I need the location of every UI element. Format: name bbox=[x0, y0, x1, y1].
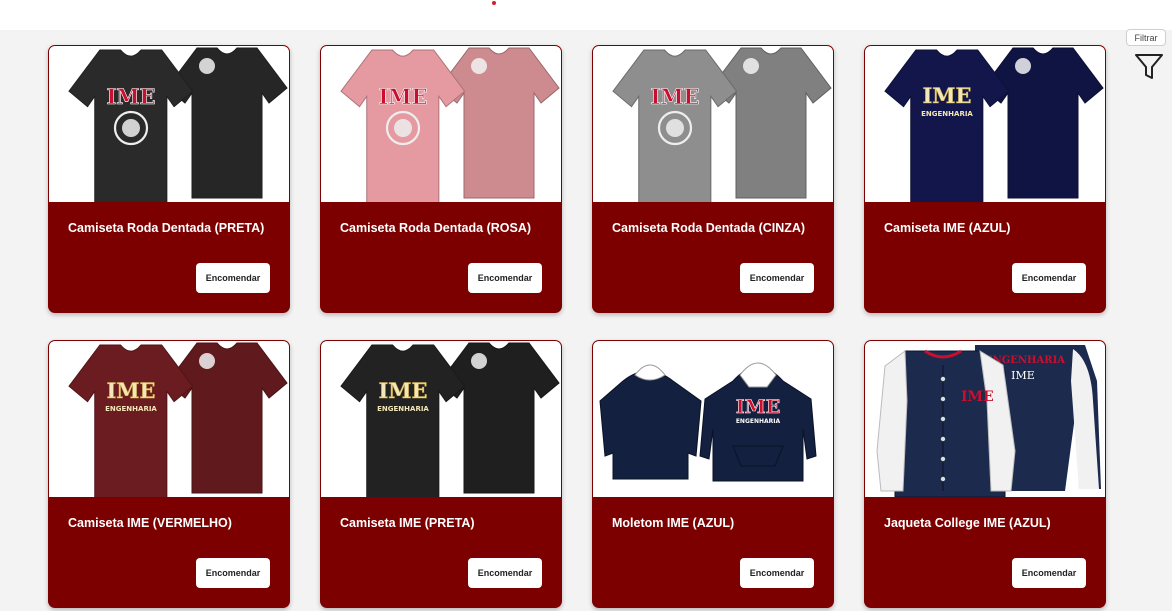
product-title: Jaqueta College IME (AZUL) bbox=[884, 516, 1051, 530]
svg-text:IME: IME bbox=[106, 84, 155, 109]
svg-text:IME: IME bbox=[922, 83, 971, 108]
svg-text:IME: IME bbox=[736, 396, 780, 418]
funnel-icon[interactable] bbox=[1134, 53, 1164, 81]
order-button[interactable]: Encomendar bbox=[196, 263, 270, 293]
order-button[interactable]: Encomendar bbox=[468, 558, 542, 588]
product-title: Camiseta Roda Dentada (CINZA) bbox=[612, 221, 806, 235]
product-image[interactable]: IME ENGENHARIA bbox=[865, 46, 1105, 202]
product-image[interactable]: IME bbox=[49, 46, 289, 202]
svg-text:IME: IME bbox=[1011, 369, 1035, 382]
product-card[interactable]: IME Camiseta Roda Dentada (ROSA) Encomenda… bbox=[320, 45, 562, 313]
product-card[interactable]: ENGENHARIA IME IME Jaqueta College IME (AZU… bbox=[864, 340, 1106, 608]
order-button[interactable]: Encomendar bbox=[1012, 263, 1086, 293]
svg-text:IME: IME bbox=[378, 84, 427, 109]
svg-text:IME: IME bbox=[961, 389, 994, 405]
product-card[interactable]: IME Camiseta Roda Dentada (CINZA) Encomend… bbox=[592, 45, 834, 313]
product-image[interactable]: IME bbox=[321, 46, 561, 202]
product-image[interactable]: IME ENGENHARIA bbox=[593, 341, 833, 497]
product-card[interactable]: IME ENGENHARIA Camiseta IME (PRETA) Encomen… bbox=[320, 340, 562, 608]
svg-text:ENGENHARIA: ENGENHARIA bbox=[736, 418, 781, 425]
product-title: Camiseta IME (VERMELHO) bbox=[68, 516, 232, 530]
order-button[interactable]: Encomendar bbox=[196, 558, 270, 588]
product-card[interactable]: IME ENGENHARIA Camiseta IME (VERMELHO) Enco… bbox=[48, 340, 290, 608]
product-image[interactable]: IME ENGENHARIA bbox=[321, 341, 561, 497]
svg-text:IME: IME bbox=[378, 378, 427, 403]
product-title: Moletom IME (AZUL) bbox=[612, 516, 735, 530]
product-title: Camiseta IME (AZUL) bbox=[884, 221, 1011, 235]
svg-text:ENGENHARIA: ENGENHARIA bbox=[377, 405, 429, 413]
product-image[interactable]: IME bbox=[593, 46, 833, 202]
filter-button[interactable]: Filtrar bbox=[1126, 29, 1166, 46]
product-title: Camiseta IME (PRETA) bbox=[340, 516, 475, 530]
top-bar bbox=[0, 0, 1172, 30]
order-button[interactable]: Encomendar bbox=[740, 263, 814, 293]
product-image[interactable]: IME ENGENHARIA bbox=[49, 341, 289, 497]
svg-text:ENGENHARIA: ENGENHARIA bbox=[105, 405, 157, 413]
product-image[interactable]: ENGENHARIA IME IME bbox=[865, 341, 1105, 497]
svg-text:IME: IME bbox=[650, 84, 699, 109]
svg-text:ENGENHARIA: ENGENHARIA bbox=[921, 110, 973, 118]
loading-indicator bbox=[492, 1, 496, 5]
order-button[interactable]: Encomendar bbox=[740, 558, 814, 588]
product-title: Camiseta Roda Dentada (ROSA) bbox=[340, 221, 532, 235]
product-card[interactable]: IME ENGENHARIA Moletom IME (AZUL) Encomenda… bbox=[592, 340, 834, 608]
order-button[interactable]: Encomendar bbox=[1012, 558, 1086, 588]
product-title: Camiseta Roda Dentada (PRETA) bbox=[68, 221, 265, 235]
order-button[interactable]: Encomendar bbox=[468, 263, 542, 293]
svg-text:IME: IME bbox=[106, 378, 155, 403]
product-card[interactable]: IME ENGENHARIA Camiseta IME (AZUL) Encomend… bbox=[864, 45, 1106, 313]
product-card[interactable]: IME Camiseta Roda Dentada (PRETA) Encomend… bbox=[48, 45, 290, 313]
